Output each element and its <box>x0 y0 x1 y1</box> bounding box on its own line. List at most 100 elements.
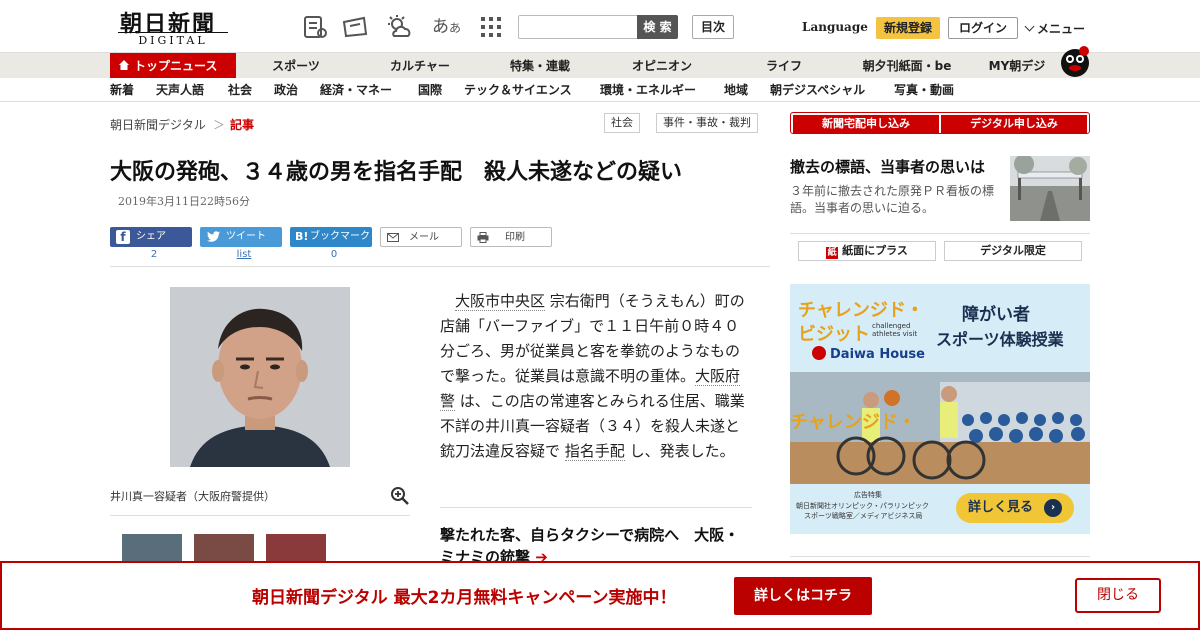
article-body: 大阪市中央区 宗右衛門（そうえもん）町の店舗「バーファイブ」で１１日午前０時４０… <box>440 289 752 464</box>
sidebar-feature-title[interactable]: 撤去の標語、当事者の思いは <box>790 156 985 177</box>
campaign-close-button[interactable]: 閉じる <box>1075 578 1161 613</box>
nav-item-paper[interactable]: 朝夕刊紙面・be <box>852 53 962 79</box>
ad-sponsor-name: Daiwa House <box>830 347 925 362</box>
mail-button[interactable]: メール <box>380 227 462 247</box>
newspaper-subscribe-button[interactable]: 新聞宅配申し込み <box>793 115 939 133</box>
language-link[interactable]: Language <box>802 20 868 34</box>
register-button[interactable]: 新規登録 <box>876 17 940 39</box>
nav-item-culture[interactable]: カルチャー <box>370 53 470 79</box>
weather-icon[interactable] <box>386 14 412 40</box>
twitter-icon <box>207 231 220 242</box>
zoom-in-icon[interactable] <box>390 486 410 506</box>
login-button[interactable]: ログイン <box>948 17 1018 39</box>
nav2-item-environment[interactable]: 環境・エネルギー <box>600 78 696 102</box>
thumbnail-1[interactable] <box>122 534 182 564</box>
grid-menu-icon[interactable] <box>478 14 504 40</box>
body-divider <box>440 507 752 508</box>
hatena-bookmark-label: ブックマーク <box>310 231 370 242</box>
toc-button[interactable]: 目次 <box>692 15 734 39</box>
nav-top-news[interactable]: トップニュース <box>110 53 236 79</box>
nav2-item-economy[interactable]: 経済・マネー <box>320 78 392 102</box>
digital-subscribe-button[interactable]: デジタル申し込み <box>941 115 1087 133</box>
facebook-share-button[interactable]: f シェア <box>110 227 192 247</box>
subscribe-bar: 新聞宅配申し込み デジタル申し込み <box>790 112 1090 134</box>
chevron-down-icon <box>1024 21 1035 32</box>
printer-icon <box>477 232 489 243</box>
digital-only-button[interactable]: デジタル限定 <box>944 241 1082 261</box>
hatena-bookmark-count: 0 <box>330 249 338 260</box>
suspect-portrait-image <box>170 287 350 467</box>
site-logo-sub[interactable]: DIGITAL <box>118 32 228 47</box>
facebook-icon: f <box>116 230 130 244</box>
hatena-bookmark-button[interactable]: B! ブックマーク <box>290 227 372 247</box>
photo-caption: 井川真一容疑者（大阪府警提供） <box>110 490 275 503</box>
nav2-item-latest[interactable]: 新着 <box>110 78 134 102</box>
breadcrumb-current: 記事 <box>230 118 255 132</box>
ad-cta-button[interactable]: 詳しく見る › <box>956 493 1074 523</box>
related-article-title: 撃たれた客、自らタクシーで病院へ 大阪・ミナミの銃撃 <box>440 526 740 566</box>
search-button[interactable]: 検 索 <box>637 15 678 39</box>
daiwa-logo-icon <box>812 346 826 360</box>
thumbnail-2[interactable] <box>194 534 254 564</box>
link-osaka-chuo[interactable]: 大阪市中央区 <box>455 292 546 311</box>
nav-item-sports[interactable]: スポーツ <box>246 53 346 79</box>
ticket-icon[interactable] <box>342 14 368 40</box>
nav2-item-politics[interactable]: 政治 <box>274 78 298 102</box>
ad-brand-en: challenged athletes visit <box>872 322 918 338</box>
nav-top-news-label: トップニュース <box>134 59 218 73</box>
nav2-item-special[interactable]: 朝デジスペシャル <box>770 78 865 102</box>
secondary-nav: 新着 天声人語 社会 政治 経済・マネー 国際 テック＆サイエンス 環境・エネル… <box>0 78 1200 102</box>
nav2-item-region[interactable]: 地域 <box>724 78 748 102</box>
search-input[interactable] <box>518 15 638 39</box>
primary-nav: トップニュース スポーツ カルチャー 特集・連載 オピニオン ライフ 朝夕刊紙面… <box>0 46 1200 79</box>
print-button[interactable]: 印刷 <box>470 227 552 247</box>
hatena-icon: B! <box>295 230 309 243</box>
thumbnail-3[interactable] <box>266 534 326 564</box>
font-size-icon[interactable]: ああ <box>432 12 461 37</box>
page: 朝日新聞 DIGITAL ああ 検 索 目次 Language 新規登録 ログイ… <box>0 0 1200 630</box>
ad-photo-brand: チャレンジド・ <box>790 412 916 433</box>
menu-button[interactable]: メニュー <box>1024 20 1085 37</box>
nav2-item-tech[interactable]: テック＆サイエンス <box>464 78 572 102</box>
body-text-3: し、発表した。 <box>624 442 735 460</box>
campaign-banner: 朝日新聞デジタル 最大2カ月無料キャンペーン実施中！ 詳しくはコチラ 閉じる <box>0 561 1200 630</box>
ad-brand-line1: チャレンジド・ <box>798 300 924 321</box>
nav2-item-tensei[interactable]: 天声人語 <box>156 78 204 102</box>
twitter-share-label: ツイート <box>226 231 266 242</box>
sidebar-divider <box>790 233 1090 234</box>
breadcrumb-separator: ＞ <box>213 118 226 132</box>
twitter-share-button[interactable]: ツイート <box>200 227 282 247</box>
home-icon <box>119 60 129 70</box>
paper-plus-label: 紙面にプラス <box>842 244 908 257</box>
sidebar-ad[interactable]: チャレンジド・ ビジット challenged athletes visit 障… <box>790 284 1090 534</box>
tag-incidents[interactable]: 事件・事故・裁判 <box>656 113 758 133</box>
ad-cta-label: 詳しく見る <box>968 500 1034 515</box>
nav-item-opinion[interactable]: オピニオン <box>612 53 712 79</box>
ad-headline-2: スポーツ体験授業 <box>936 330 1064 349</box>
sidebar-bottom-divider <box>790 556 1090 557</box>
nav2-item-society[interactable]: 社会 <box>228 78 252 102</box>
breadcrumb-home[interactable]: 朝日新聞デジタル <box>110 116 206 133</box>
nav2-item-photo[interactable]: 写真・動画 <box>894 78 954 102</box>
suspect-photo[interactable] <box>170 287 350 467</box>
mascot-icon[interactable] <box>1058 45 1092 79</box>
sign-photo-image <box>1010 154 1090 221</box>
nav2-item-international[interactable]: 国際 <box>418 78 442 102</box>
paper-plus-button[interactable]: 紙紙面にプラス <box>798 241 936 261</box>
nav-item-features[interactable]: 特集・連載 <box>490 53 590 79</box>
twitter-share-count[interactable]: list <box>234 249 254 260</box>
campaign-details-button[interactable]: 詳しくはコチラ <box>734 577 872 615</box>
sidebar-feature-image[interactable] <box>1010 154 1090 221</box>
article-title: 大阪の発砲、３４歳の男を指名手配 殺人未遂などの疑い <box>110 160 683 185</box>
print-label: 印刷 <box>505 232 525 243</box>
sidebar-feature-text: ３年前に撤去された原発ＰＲ看板の標語。当事者の思いに迫る。 <box>790 184 995 215</box>
nav-item-my-asahi[interactable]: MY朝デジ <box>978 53 1056 79</box>
link-wanted[interactable]: 指名手配 <box>564 442 625 461</box>
nav-item-life[interactable]: ライフ <box>734 53 834 79</box>
caption-divider <box>110 515 410 516</box>
article-date: 2019年3月11日22時56分 <box>118 195 250 208</box>
mail-label: メール <box>409 232 439 243</box>
newspaper-icon[interactable] <box>302 14 328 40</box>
ad-headline-1: 障がい者 <box>962 305 1030 325</box>
tag-society[interactable]: 社会 <box>604 113 640 133</box>
